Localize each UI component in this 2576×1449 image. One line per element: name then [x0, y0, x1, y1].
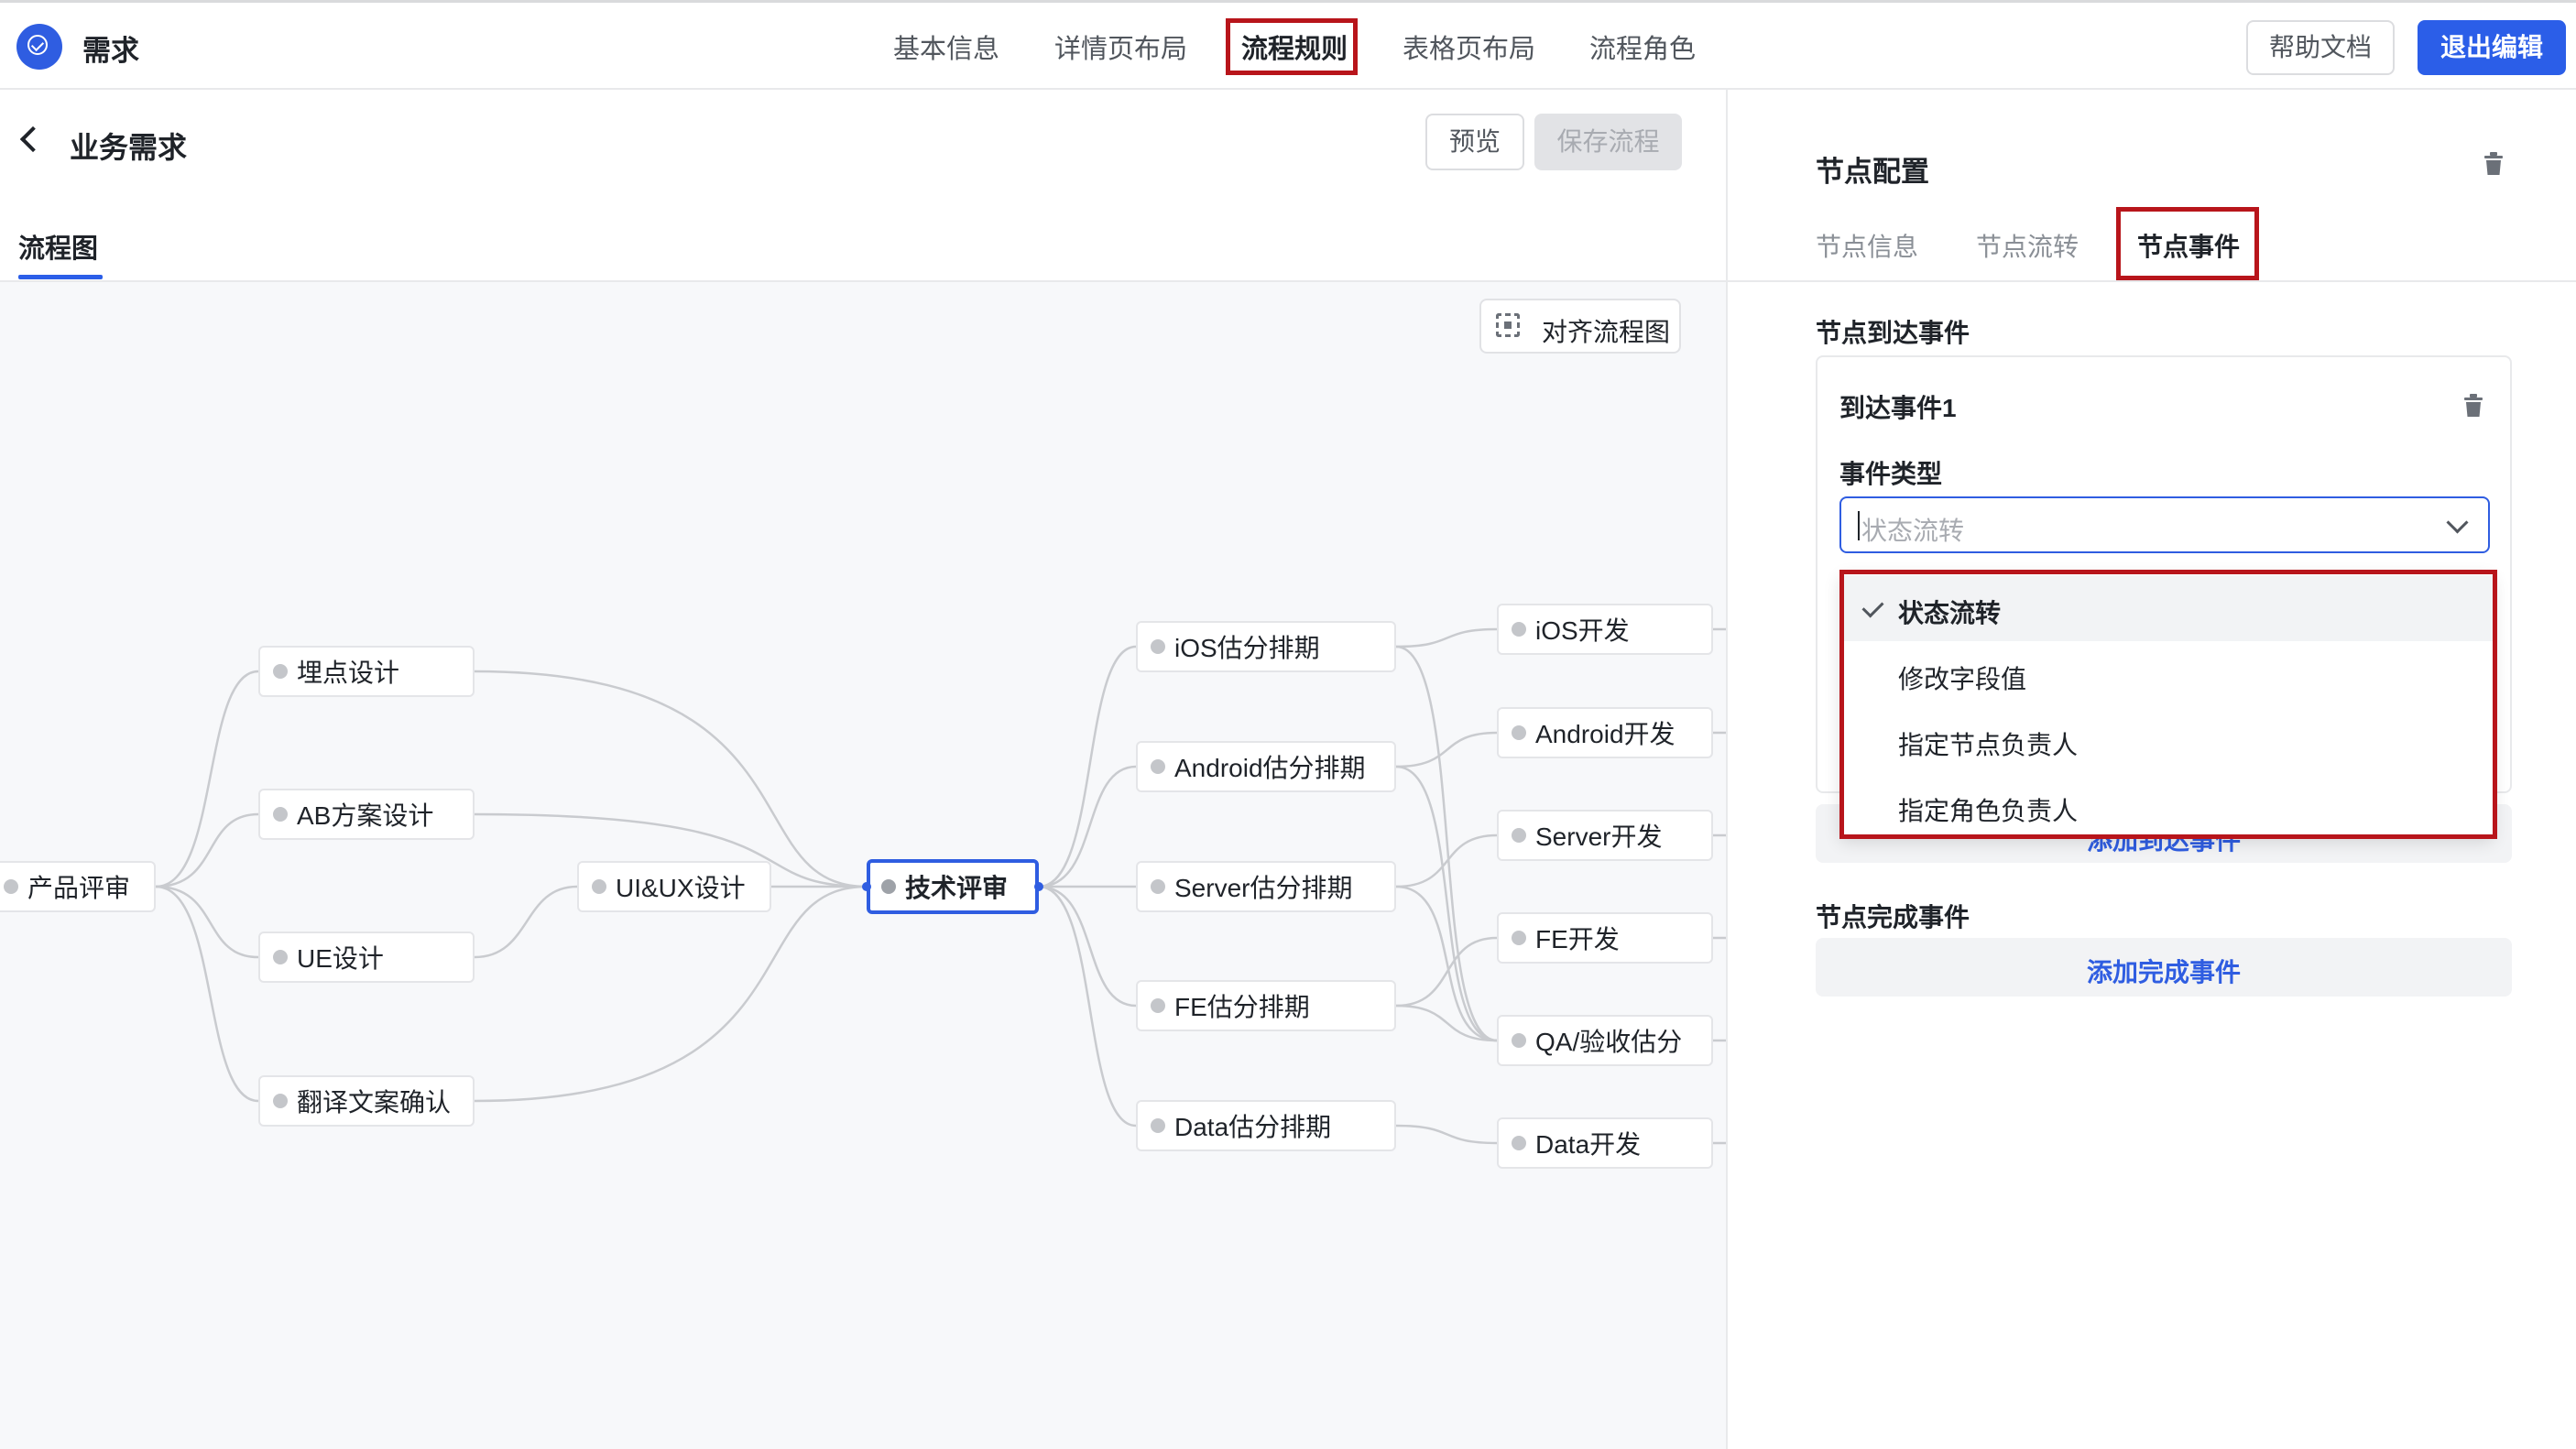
node-port-left[interactable]	[862, 882, 871, 891]
flow-node-tracking-design[interactable]: 埋点设计	[258, 646, 475, 697]
flow-node-qa-estimate[interactable]: QA/验收估分	[1497, 1015, 1713, 1066]
event-type-label: 事件类型	[1839, 460, 1943, 488]
align-flowchart-label: 对齐流程图	[1542, 318, 1671, 346]
node-label: Android开发	[1535, 720, 1675, 748]
edge	[1038, 645, 1137, 888]
node-dot	[273, 807, 288, 822]
trash-icon[interactable]	[2483, 152, 2505, 176]
flow-node-product-review[interactable]: 产品评审	[0, 861, 156, 912]
node-dot	[881, 879, 896, 894]
flow-edges	[155, 627, 1726, 1145]
node-label: UE设计	[297, 944, 384, 973]
edge	[474, 885, 868, 1103]
node-dot	[592, 879, 606, 894]
node-dot	[1151, 998, 1165, 1013]
panel-title: 节点配置	[1816, 156, 1929, 188]
node-label: 翻译文案确认	[297, 1088, 452, 1117]
flow-node-android-estimate[interactable]: Android估分排期	[1136, 741, 1396, 792]
node-dot	[1151, 639, 1165, 654]
node-label: iOS估分排期	[1174, 634, 1320, 662]
edge	[1395, 1124, 1498, 1145]
flow-node-server-estimate[interactable]: Server估分排期	[1136, 861, 1396, 912]
edge	[1395, 645, 1498, 1042]
node-label: FE估分排期	[1174, 993, 1310, 1021]
flow-node-data-dev[interactable]: Data开发	[1497, 1117, 1713, 1169]
add-complete-event-button[interactable]: 添加完成事件	[1816, 938, 2512, 997]
event-type-select[interactable]: 状态流转	[1839, 496, 2490, 553]
flow-node-ui-ux-design[interactable]: UI&UX设计	[577, 861, 771, 912]
panel-divider	[1726, 90, 1728, 1449]
node-label: UI&UX设计	[616, 874, 746, 902]
node-label: Server开发	[1535, 823, 1663, 851]
edge	[1395, 731, 1498, 768]
add-complete-event-label: 添加完成事件	[2086, 958, 2241, 986]
dropdown-highlight	[1839, 570, 2497, 839]
help-docs-button[interactable]: 帮助文档	[2246, 20, 2395, 75]
node-dot	[1512, 828, 1526, 843]
edge	[474, 885, 578, 959]
trash-icon[interactable]	[2462, 394, 2484, 418]
node-port-right[interactable]	[1034, 882, 1043, 891]
node-label: Data开发	[1535, 1130, 1642, 1159]
node-dot	[1151, 759, 1165, 774]
flow-node-fe-estimate[interactable]: FE估分排期	[1136, 980, 1396, 1031]
edge	[1395, 627, 1498, 648]
tab-node-transition[interactable]: 节点流转	[1976, 227, 2079, 264]
node-label: Data估分排期	[1174, 1113, 1332, 1141]
flow-node-ab-design[interactable]: AB方案设计	[258, 789, 475, 840]
node-label: AB方案设计	[297, 801, 434, 830]
arrive-event-section-title: 节点到达事件	[1816, 319, 1970, 347]
node-label: QA/验收估分	[1535, 1028, 1683, 1056]
flow-node-ios-dev[interactable]: iOS开发	[1497, 604, 1713, 655]
focus-frame-dot	[1504, 321, 1512, 329]
node-label: 埋点设计	[297, 659, 400, 687]
event-title: 到达事件1	[1839, 394, 1957, 422]
select-placeholder: 状态流转	[1861, 517, 1965, 545]
exit-edit-button[interactable]: 退出编辑	[2418, 20, 2566, 75]
tab-node-info[interactable]: 节点信息	[1816, 227, 1918, 264]
edge	[155, 885, 259, 959]
node-label: 产品评审	[27, 874, 131, 902]
node-dot	[1512, 1033, 1526, 1048]
node-dot	[273, 950, 288, 964]
text-caret	[1858, 511, 1860, 540]
flow-node-ue-design[interactable]: UE设计	[258, 932, 475, 983]
edge	[474, 670, 868, 888]
node-dot	[1151, 879, 1165, 894]
flow-node-data-estimate[interactable]: Data估分排期	[1136, 1100, 1396, 1151]
complete-event-section-title: 节点完成事件	[1816, 903, 1970, 932]
node-dot	[1151, 1118, 1165, 1133]
node-label: Android估分排期	[1174, 754, 1366, 782]
node-label: iOS开发	[1535, 616, 1630, 645]
flow-node-server-dev[interactable]: Server开发	[1497, 810, 1713, 861]
panel-tabs-divider	[1728, 280, 2576, 282]
node-label: 技术评审	[905, 874, 1009, 902]
node-dot	[1512, 622, 1526, 637]
edge	[1038, 885, 1137, 1128]
edge	[155, 812, 259, 888]
node-dot	[273, 664, 288, 679]
edge	[1395, 765, 1498, 1042]
flow-node-ios-estimate[interactable]: iOS估分排期	[1136, 621, 1396, 672]
node-dot	[1512, 725, 1526, 740]
panel-tab-highlight	[2116, 207, 2259, 280]
flow-node-android-dev[interactable]: Android开发	[1497, 707, 1713, 758]
node-dot	[1512, 931, 1526, 945]
flow-node-translation-confirm[interactable]: 翻译文案确认	[258, 1075, 475, 1127]
edge	[1395, 885, 1498, 1042]
node-dot	[4, 879, 18, 894]
align-flowchart-button[interactable]: 对齐流程图	[1479, 299, 1681, 354]
node-dot	[1512, 1136, 1526, 1150]
node-label: FE开发	[1535, 925, 1620, 953]
edge	[1395, 936, 1498, 1008]
flow-node-tech-review[interactable]: 技术评审	[867, 859, 1039, 914]
flow-node-fe-dev[interactable]: FE开发	[1497, 912, 1713, 964]
node-dot	[273, 1094, 288, 1108]
node-label: Server估分排期	[1174, 874, 1353, 902]
chevron-down-icon	[2446, 511, 2469, 534]
